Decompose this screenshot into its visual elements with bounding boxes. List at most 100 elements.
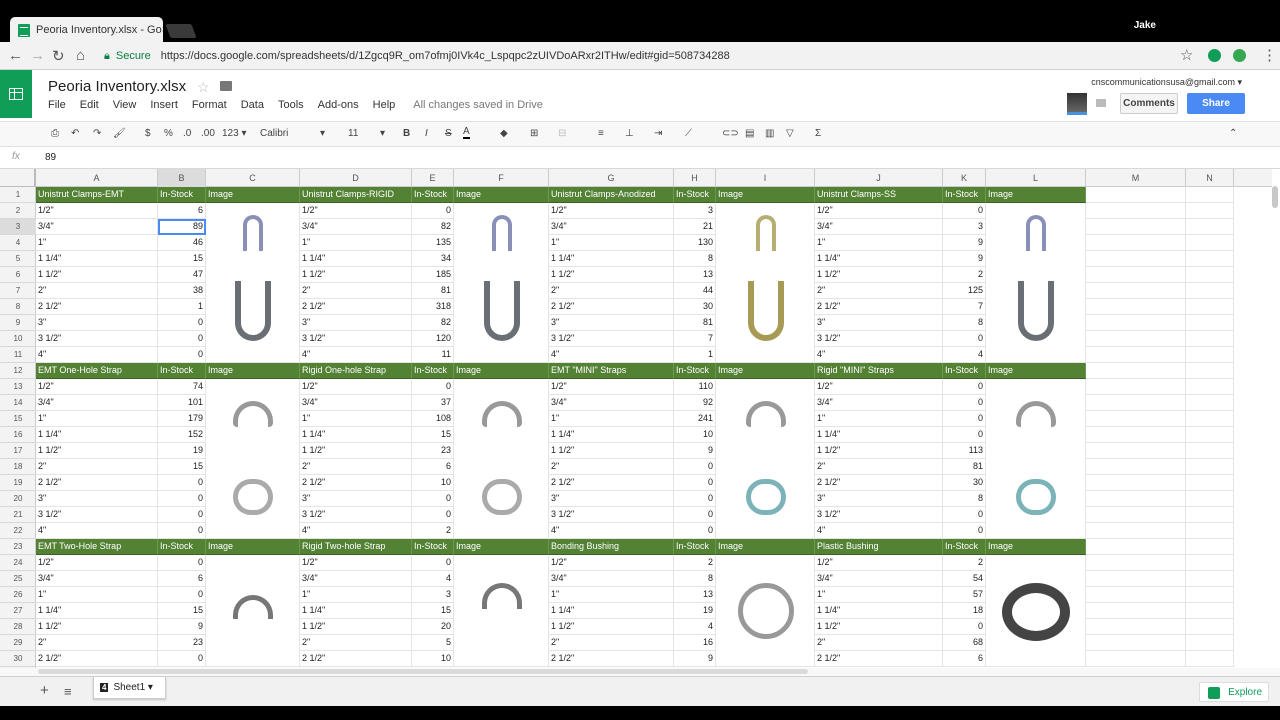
size-cell[interactable]: 3" [815, 315, 943, 331]
row-header-4[interactable]: 4 [0, 235, 36, 251]
stock-cell[interactable]: 13 [674, 267, 716, 283]
size-cell[interactable]: 3/4" [549, 571, 674, 587]
italic-button[interactable]: I [425, 128, 428, 139]
row-header-17[interactable]: 17 [0, 443, 36, 459]
spreadsheet-grid[interactable]: ABCDEFGHIJKLMN 1 2 3 4 5 6 7 8 9 10 11 12 13 14 15 16 17… [0, 169, 1272, 668]
empty-cell[interactable] [1186, 443, 1234, 459]
stock-cell[interactable]: 0 [943, 427, 986, 443]
empty-cell[interactable] [1086, 523, 1186, 539]
empty-cell[interactable] [1186, 571, 1234, 587]
size-cell[interactable]: 1" [300, 411, 412, 427]
size-cell[interactable]: 3" [549, 315, 674, 331]
size-cell[interactable]: 2 1/2" [549, 651, 674, 667]
size-cell[interactable]: 1/2" [815, 555, 943, 571]
increase-decimals-button[interactable]: .00 [201, 128, 215, 139]
image-header[interactable]: Image [454, 363, 549, 379]
vertical-scroll-thumb[interactable] [1272, 186, 1278, 208]
empty-cell[interactable] [1186, 251, 1234, 267]
image-header[interactable]: Image [454, 187, 549, 203]
empty-cell[interactable] [1186, 347, 1234, 363]
in-stock-header[interactable]: In-Stock [412, 363, 454, 379]
chat-icon[interactable] [1096, 99, 1106, 107]
size-cell[interactable]: 2" [300, 283, 412, 299]
empty-cell[interactable] [1086, 347, 1186, 363]
size-cell[interactable]: 2 1/2" [300, 651, 412, 667]
column-header-g[interactable]: G [549, 169, 674, 187]
stock-cell[interactable]: 0 [943, 379, 986, 395]
empty-cell[interactable] [1086, 651, 1186, 667]
empty-cell[interactable] [1086, 251, 1186, 267]
row-header-1[interactable]: 1 [0, 187, 36, 203]
size-cell[interactable]: 1" [815, 411, 943, 427]
stock-cell[interactable]: 92 [674, 395, 716, 411]
size-cell[interactable]: 1/2" [300, 203, 412, 219]
font-select[interactable]: Calibri [260, 128, 288, 139]
column-header-i[interactable]: I [716, 169, 815, 187]
stock-cell[interactable]: 0 [943, 331, 986, 347]
url-field[interactable]: 🔒︎ Secure https://docs.google.com/spread… [104, 46, 1204, 66]
product-image[interactable] [716, 555, 815, 667]
stock-cell[interactable]: 0 [674, 523, 716, 539]
image-header[interactable]: Image [206, 363, 300, 379]
explore-button[interactable]: Explore [1199, 682, 1269, 702]
stock-cell[interactable]: 0 [158, 555, 206, 571]
column-header-d[interactable]: D [300, 169, 412, 187]
stock-cell[interactable]: 18 [943, 603, 986, 619]
size-cell[interactable]: 1 1/4" [549, 603, 674, 619]
empty-cell[interactable] [1086, 459, 1186, 475]
empty-cell[interactable] [1186, 267, 1234, 283]
size-cell[interactable]: 1/2" [549, 555, 674, 571]
stock-cell[interactable]: 20 [412, 619, 454, 635]
stock-cell[interactable]: 0 [674, 507, 716, 523]
stock-cell[interactable]: 108 [412, 411, 454, 427]
stock-cell[interactable]: 0 [158, 475, 206, 491]
stock-cell[interactable]: 0 [943, 507, 986, 523]
size-cell[interactable]: 1 1/4" [300, 251, 412, 267]
empty-cell[interactable] [1186, 187, 1234, 203]
block-title[interactable]: Plastic Bushing [815, 539, 943, 555]
stock-cell[interactable]: 0 [674, 491, 716, 507]
empty-cell[interactable] [1186, 523, 1234, 539]
size-cell[interactable]: 3/4" [300, 571, 412, 587]
product-image[interactable] [454, 203, 549, 363]
in-stock-header[interactable]: In-Stock [158, 363, 206, 379]
image-header[interactable]: Image [454, 539, 549, 555]
stock-cell[interactable]: 0 [158, 651, 206, 667]
stock-cell[interactable]: 101 [158, 395, 206, 411]
stock-cell[interactable]: 15 [158, 251, 206, 267]
stock-cell[interactable]: 4 [412, 571, 454, 587]
text-rotation-icon[interactable]: ⟋ [685, 128, 692, 139]
stock-cell[interactable]: 46 [158, 235, 206, 251]
empty-cell[interactable] [1186, 331, 1234, 347]
row-header-19[interactable]: 19 [0, 475, 36, 491]
row-header-24[interactable]: 24 [0, 555, 36, 571]
row-header-29[interactable]: 29 [0, 635, 36, 651]
size-cell[interactable]: 1 1/4" [300, 427, 412, 443]
block-title[interactable]: EMT "MINI" Straps [549, 363, 674, 379]
stock-cell[interactable]: 10 [412, 651, 454, 667]
fill-color-icon[interactable]: ◆ [500, 128, 508, 139]
column-header-k[interactable]: K [943, 169, 986, 187]
size-cell[interactable]: 2 1/2" [36, 299, 158, 315]
empty-cell[interactable] [1086, 427, 1186, 443]
stock-cell[interactable]: 120 [412, 331, 454, 347]
stock-cell[interactable]: 0 [943, 203, 986, 219]
empty-cell[interactable] [1086, 219, 1186, 235]
sheets-logo-icon[interactable] [0, 70, 32, 118]
product-image[interactable] [986, 203, 1086, 363]
size-cell[interactable]: 1 1/2" [36, 619, 158, 635]
size-cell[interactable]: 2" [549, 283, 674, 299]
vertical-align-icon[interactable]: ⊥ [625, 128, 634, 139]
empty-cell[interactable] [1086, 315, 1186, 331]
size-cell[interactable]: 3/4" [36, 219, 158, 235]
size-cell[interactable]: 1 1/4" [36, 251, 158, 267]
product-image[interactable] [206, 555, 300, 667]
empty-cell[interactable] [1186, 411, 1234, 427]
stock-cell[interactable]: 9 [158, 619, 206, 635]
empty-cell[interactable] [1186, 619, 1234, 635]
home-icon[interactable]: ⌂ [76, 47, 85, 64]
row-header-12[interactable]: 12 [0, 363, 36, 379]
block-title[interactable]: Unistrut Clamps-EMT [36, 187, 158, 203]
stock-cell[interactable]: 6 [158, 203, 206, 219]
size-cell[interactable]: 1/2" [36, 555, 158, 571]
